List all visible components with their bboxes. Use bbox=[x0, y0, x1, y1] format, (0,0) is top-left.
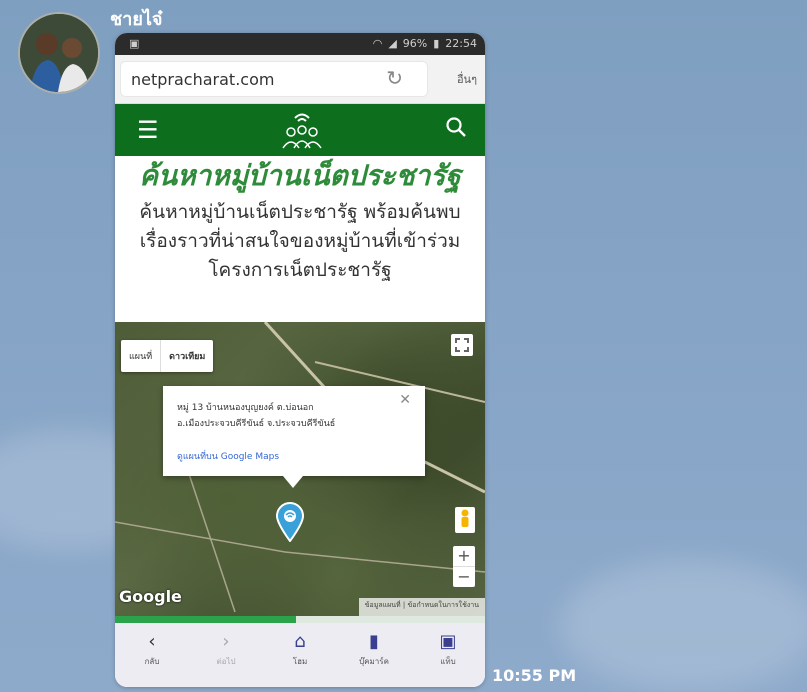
reload-icon[interactable]: ↻ bbox=[386, 66, 403, 90]
zoom-control: + − bbox=[453, 546, 475, 587]
address-field[interactable]: netpracharat.com ↻ bbox=[121, 62, 427, 96]
site-header: ☰ bbox=[115, 104, 485, 156]
info-address-line1: หมู่ 13 บ้านหนองบุญยงค์ ต.บ่อนอก bbox=[177, 403, 314, 413]
wifi-icon: ◠ bbox=[372, 37, 383, 50]
forward-icon: › bbox=[222, 631, 230, 652]
message-timestamp: 10:55 PM bbox=[492, 666, 577, 685]
close-icon[interactable]: ✕ bbox=[399, 392, 411, 408]
zoom-in-button[interactable]: + bbox=[453, 546, 475, 566]
background-cloud bbox=[560, 560, 807, 690]
map-marker-icon[interactable] bbox=[275, 502, 305, 542]
map-type-satellite[interactable]: ดาวเทียม bbox=[160, 340, 213, 372]
screenshot-icon: ▣ bbox=[129, 37, 140, 50]
nav-bookmark-label: บุ๊คมาร์ค bbox=[359, 657, 389, 666]
bookmark-icon: ▮ bbox=[369, 631, 379, 652]
sender-avatar[interactable] bbox=[18, 12, 100, 94]
browser-url-bar: netpracharat.com ↻ อื่นๆ bbox=[115, 55, 485, 104]
home-icon: ⌂ bbox=[294, 631, 306, 652]
info-address-line2: อ.เมืองประจวบคีรีขันธ์ จ.ประจวบคีรีขันธ์ bbox=[177, 419, 336, 429]
nav-forward-button[interactable]: › ต่อไป bbox=[189, 623, 263, 687]
back-icon: ‹ bbox=[148, 631, 156, 652]
page-title: ค้นหาหมู่บ้านเน็ตประชารัฐ bbox=[139, 159, 461, 192]
map-type-map[interactable]: แผนที่ bbox=[121, 340, 160, 372]
map-type-control[interactable]: แผนที่ ดาวเทียม bbox=[121, 340, 214, 372]
hamburger-menu-icon[interactable]: ☰ bbox=[137, 116, 159, 144]
zoom-out-button[interactable]: − bbox=[453, 566, 475, 587]
page-description: ค้นหาหมู่บ้านเน็ตประชารัฐ พร้อมค้นพบ เรื… bbox=[139, 201, 461, 281]
signal-icon: ◢ bbox=[388, 37, 397, 50]
status-bar: ▣ ◠ ◢ 96% ▮ 22:54 bbox=[115, 33, 485, 55]
netpracharat-logo[interactable] bbox=[275, 108, 329, 152]
google-map[interactable]: แผนที่ ดาวเทียม ✕ หมู่ 13 บ้านหนองบุญยงค… bbox=[115, 322, 485, 616]
battery-level: 96% bbox=[402, 37, 428, 50]
status-clock: 22:54 bbox=[445, 37, 477, 50]
street-view-pegman-icon[interactable] bbox=[455, 507, 475, 533]
tabs-icon: ▣ bbox=[439, 631, 457, 652]
page-load-progress bbox=[115, 616, 485, 623]
page-load-progress-fill bbox=[115, 616, 297, 623]
map-info-window: ✕ หมู่ 13 บ้านหนองบุญยงค์ ต.บ่อนอก อ.เมื… bbox=[163, 386, 425, 488]
search-icon[interactable] bbox=[445, 116, 467, 138]
google-logo: Google bbox=[119, 587, 182, 606]
fullscreen-icon[interactable] bbox=[451, 334, 473, 356]
view-on-google-maps-link[interactable]: ดูแผนที่บน Google Maps bbox=[177, 449, 279, 463]
url-text: netpracharat.com bbox=[131, 70, 275, 89]
nav-tabs-button[interactable]: ▣ แท็บ bbox=[411, 623, 485, 687]
screenshot-image[interactable]: ▣ ◠ ◢ 96% ▮ 22:54 netpracharat.com ↻ อื่… bbox=[115, 33, 485, 687]
nav-back-label: กลับ bbox=[144, 657, 160, 666]
sender-name: ชายไจ๋ bbox=[110, 9, 163, 30]
nav-home-label: โฮม bbox=[292, 657, 308, 666]
map-attribution[interactable]: ข้อมูลแผนที่ | ข้อกำหนดในการใช้งาน bbox=[358, 598, 485, 616]
nav-forward-label: ต่อไป bbox=[216, 657, 236, 666]
nav-home-button[interactable]: ⌂ โฮม bbox=[263, 623, 337, 687]
nav-bookmark-button[interactable]: ▮ บุ๊คมาร์ค bbox=[337, 623, 411, 687]
more-button[interactable]: อื่นๆ bbox=[457, 70, 477, 88]
battery-icon: ▮ bbox=[433, 37, 440, 50]
browser-bottom-nav: ‹ กลับ › ต่อไป ⌂ โฮม ▮ บุ๊คมาร์ค ▣ แท็บ bbox=[115, 623, 485, 687]
nav-back-button[interactable]: ‹ กลับ bbox=[115, 623, 189, 687]
nav-tabs-label: แท็บ bbox=[440, 657, 456, 666]
